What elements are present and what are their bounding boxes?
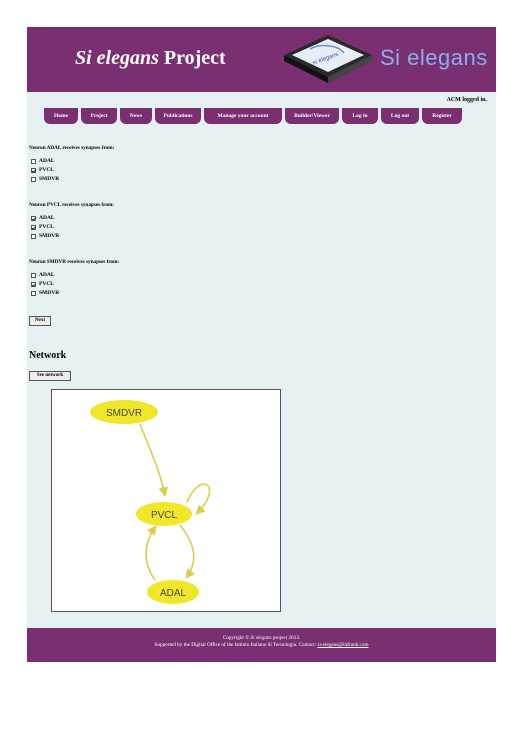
site-title-rest: Project: [158, 47, 226, 69]
checkbox[interactable]: [31, 290, 36, 296]
copyright-suffix: project 2013.: [271, 635, 301, 641]
checkbox[interactable]: [31, 233, 36, 239]
brand-text: Si elegans: [380, 45, 488, 70]
nav-home[interactable]: Home: [44, 108, 78, 124]
q3-option-smdvr[interactable]: SMDVR: [31, 290, 59, 296]
question-pvcl: Neuron PVCL receives synapses from:: [29, 202, 115, 208]
network-heading: Network: [29, 350, 67, 361]
nav-log-out[interactable]: Log out: [381, 108, 419, 124]
nav-builder-viewer[interactable]: Builder/Viewer: [285, 108, 339, 124]
nav-news[interactable]: News: [120, 108, 152, 124]
question-smdvr: Neuron SMDVR receives synapses from:: [29, 259, 120, 265]
copyright-italic: Si elegans: [250, 635, 272, 641]
option-label: PVCL: [39, 167, 54, 173]
option-label: ADAL: [39, 158, 55, 164]
site-title-italic: Si elegans: [75, 47, 159, 69]
q1-option-pvcl[interactable]: PVCL: [31, 167, 54, 173]
contact-email-link[interactable]: si-elegans@iitfrank.com: [317, 642, 368, 648]
node-label: SMDVR: [106, 408, 142, 419]
option-label: SMDVR: [39, 290, 60, 296]
nav-log-in[interactable]: Log in: [342, 108, 378, 124]
checkbox[interactable]: [31, 224, 36, 230]
checkbox[interactable]: [31, 272, 36, 278]
support-text: Supported by the Digital Office of the I…: [154, 642, 318, 648]
nav-publications[interactable]: Publications: [155, 108, 201, 124]
checkbox[interactable]: [31, 176, 36, 182]
q1-option-adal[interactable]: ADAL: [31, 158, 55, 164]
nav-register[interactable]: Register: [422, 108, 462, 124]
q1-option-smdvr[interactable]: SMDVR: [31, 176, 59, 182]
footer: Copyright © Si elegans project 2013. Sup…: [27, 628, 496, 662]
option-label: PVCL: [39, 224, 54, 230]
q2-option-pvcl[interactable]: PVCL: [31, 224, 54, 230]
edge-smdvr-pvcl: [139, 423, 169, 497]
checkbox[interactable]: [31, 281, 36, 287]
node-label: PVCL: [151, 510, 178, 521]
option-label: SMDVR: [39, 233, 60, 239]
header-banner: Si elegans Project si elegans Si elegans: [27, 27, 496, 92]
network-graph: SMDVR PVCL ADAL: [51, 389, 281, 612]
edge-pvcl-adal: [179, 524, 196, 579]
q2-option-adal[interactable]: ADAL: [31, 215, 55, 221]
checkbox[interactable]: [31, 167, 36, 173]
q3-option-adal[interactable]: ADAL: [31, 272, 55, 278]
site-title: Si elegans Project: [75, 47, 226, 70]
chip-logo-icon: si elegans: [284, 35, 372, 83]
see-network-button[interactable]: See network: [29, 371, 71, 381]
node-label: ADAL: [160, 588, 187, 599]
main-nav: Home Project News Publications Manage yo…: [44, 108, 462, 124]
edge-pvcl-pvcl: [186, 483, 211, 515]
option-label: ADAL: [39, 215, 55, 221]
nav-manage-account[interactable]: Manage your account: [204, 108, 282, 124]
question-adal: Neuron ADAL receives synapses from:: [29, 145, 115, 151]
next-button[interactable]: Next: [29, 316, 51, 326]
q3-option-pvcl[interactable]: PVCL: [31, 281, 54, 287]
login-status: ACM logged in.: [446, 97, 488, 103]
support-line: Supported by the Digital Office of the I…: [27, 642, 496, 648]
copyright-prefix: Copyright ©: [222, 635, 251, 641]
network-graph-svg: SMDVR PVCL ADAL: [90, 400, 211, 604]
option-label: PVCL: [39, 281, 54, 287]
edge-adal-pvcl: [145, 525, 157, 581]
copyright: Copyright © Si elegans project 2013.: [27, 635, 496, 641]
checkbox[interactable]: [31, 158, 36, 164]
option-label: SMDVR: [39, 176, 60, 182]
checkbox[interactable]: [31, 215, 36, 221]
option-label: ADAL: [39, 272, 55, 278]
q2-option-smdvr[interactable]: SMDVR: [31, 233, 59, 239]
nav-project[interactable]: Project: [81, 108, 117, 124]
